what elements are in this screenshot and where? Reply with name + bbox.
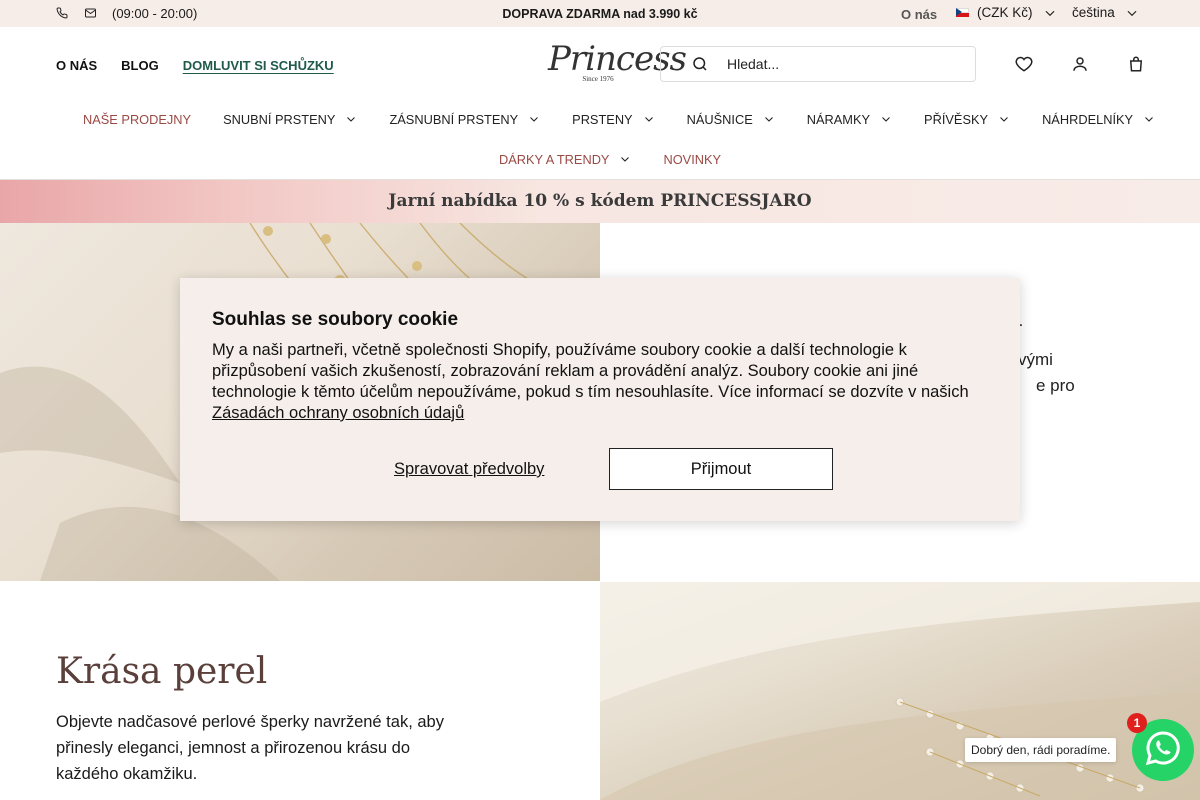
search-icon[interactable] [691,55,709,73]
manage-preferences-button[interactable]: Spravovat předvolby [394,460,544,479]
menu-item-label: PŘÍVĚSKY [924,111,989,127]
language-label: čeština [1072,5,1115,20]
pearl-image [600,582,1200,800]
notification-badge: 1 [1127,713,1147,733]
cookie-title: Souhlas se soubory cookie [212,309,459,330]
privacy-policy-link[interactable]: Zásadách ochrany osobních údajů [212,404,464,422]
cookie-text: My a naši partneři, včetně společnosti S… [212,341,969,401]
menu-item-label: DÁRKY A TRENDY [499,151,610,167]
chevron-down-icon [619,153,631,165]
main-menu-row: DÁRKY A TRENDY NOVINKY [499,152,721,167]
chevron-down-icon [1125,6,1139,20]
heart-icon[interactable] [1015,55,1033,73]
menu-item[interactable]: NÁUŠNICE [687,112,775,127]
section-text-partial: vými [1018,350,1053,369]
top-bar: (09:00 - 20:00) DOPRAVA ZDARMA nad 3.990… [0,0,1200,27]
chevron-down-icon [880,113,892,125]
site-header: O NÁS BLOG DOMLUVIT SI SCHŮZKU Princess … [0,27,1200,180]
chevron-down-icon [998,113,1010,125]
logo-name: Princess [548,39,687,79]
menu-item-label: NAŠE PRODEJNY [83,111,192,127]
menu-item-label: PRSTENY [572,111,633,127]
currency-selector[interactable]: (CZK Kč) [956,5,1057,20]
whatsapp-icon [1143,728,1183,773]
menu-item-label: NÁRAMKY [806,111,871,127]
menu-item[interactable]: PRSTENY [572,112,654,127]
menu-item-label: NÁUŠNICE [686,111,753,127]
nav-about[interactable]: O NÁS [56,58,97,73]
menu-item[interactable]: NAŠE PRODEJNY [83,112,191,127]
search-input[interactable]: Hledat... [727,56,779,72]
about-link[interactable]: O nás [901,7,937,22]
menu-item[interactable]: ZÁSNUBNÍ PRSTENY [389,112,540,127]
main-menu-row: NAŠE PRODEJNY SNUBNÍ PRSTENY ZÁSNUBNÍ PRST… [83,112,1155,127]
cookie-body: My a naši partneři, včetně společnosti S… [212,340,992,424]
menu-item-label: ZÁSNUBNÍ PRSTENY [389,111,519,127]
user-icon[interactable] [1071,55,1089,73]
menu-item[interactable]: SNUBNÍ PRSTENY [223,112,357,127]
menu-item-label: NOVINKY [663,151,722,167]
cookie-consent-dialog: Souhlas se soubory cookie My a naši part… [180,278,1020,521]
chevron-down-icon [763,113,775,125]
menu-item[interactable]: DÁRKY A TRENDY [499,152,631,167]
bag-icon[interactable] [1127,55,1145,73]
promo-text: Jarní nabídka 10 % s kódem PRINCESSJARO [388,191,812,211]
nav-blog[interactable]: BLOG [121,58,159,73]
secondary-nav: O NÁS BLOG DOMLUVIT SI SCHŮZKU [56,58,358,73]
search-box[interactable]: Hledat... [660,46,976,82]
menu-item[interactable]: NÁRAMKY [807,112,892,127]
chevron-down-icon [528,113,540,125]
menu-item-label: NÁHRDELNÍKY [1042,111,1134,127]
currency-label: (CZK Kč) [977,5,1033,20]
language-selector[interactable]: čeština [1072,5,1139,20]
chevron-down-icon [1043,6,1057,20]
chevron-down-icon [1143,113,1155,125]
menu-item[interactable]: PŘÍVĚSKY [924,112,1010,127]
nav-book-meeting[interactable]: DOMLUVIT SI SCHŮZKU [183,58,334,73]
chat-greeting[interactable]: Dobrý den, rádi poradíme. [965,738,1117,762]
menu-item[interactable]: NOVINKY [663,152,721,167]
logo[interactable]: Princess Since 1976 [548,39,687,91]
section-text-partial: e pro [1036,376,1075,395]
chevron-down-icon [643,113,655,125]
promo-banner[interactable]: Jarní nabídka 10 % s kódem PRINCESSJARO [0,180,1200,223]
accept-button[interactable]: Přijmout [609,448,833,490]
pearl-section-text: Krása perel Objevte nadčasové perlové šp… [0,582,600,800]
pearl-description: Objevte nadčasové perlové šperky navržen… [56,713,444,783]
menu-item[interactable]: NÁHRDELNÍKY [1042,112,1155,127]
menu-item-label: SNUBNÍ PRSTENY [223,111,336,127]
pearl-heading: Krása perel [56,651,268,692]
chevron-down-icon [345,113,357,125]
flag-cz-icon [956,8,969,17]
